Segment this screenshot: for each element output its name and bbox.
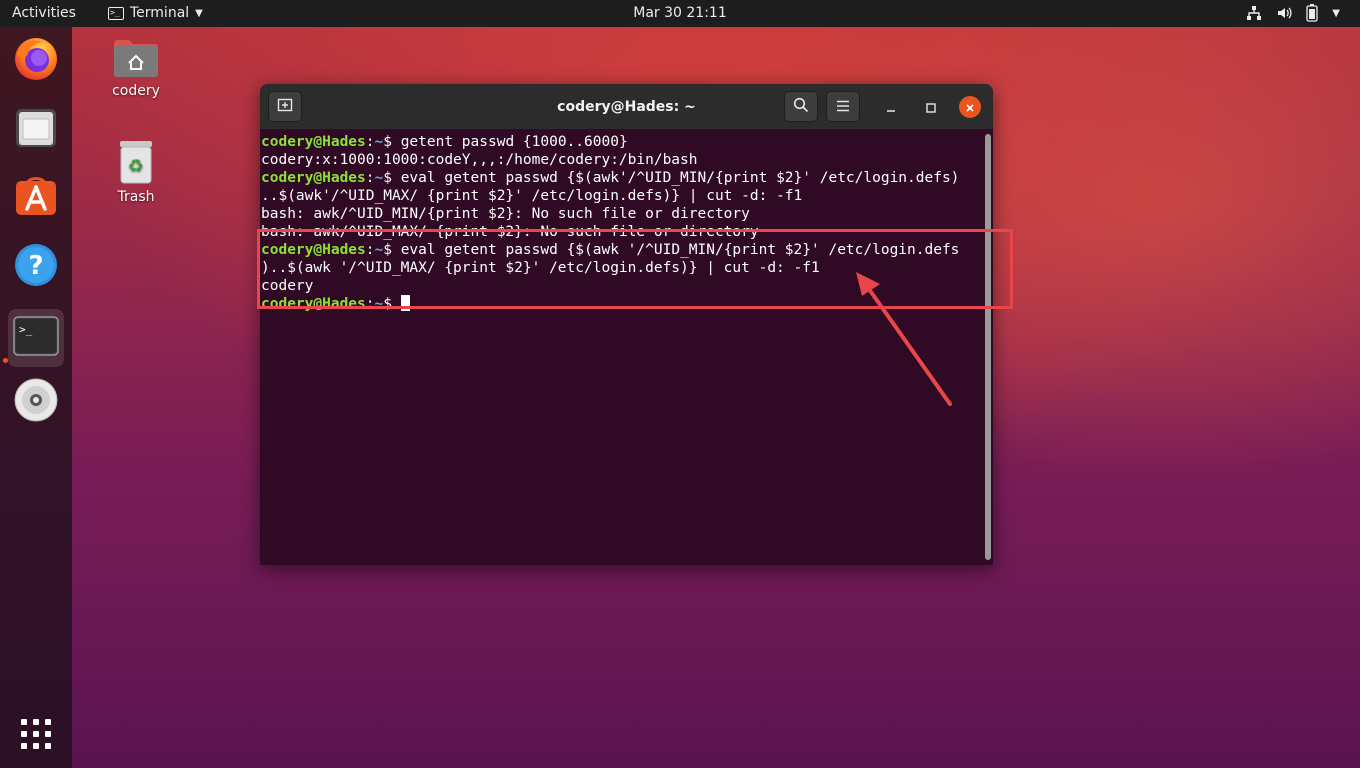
prompt-dollar: $ [383,170,401,186]
optical-disc-icon [13,377,59,427]
dock-files[interactable] [10,104,62,156]
prompt-path: ~ [374,134,384,150]
prompt-separator: : [365,134,375,150]
dock-terminal[interactable]: >_ [8,309,64,367]
command-text: getent passwd {1000..6000} [400,134,628,150]
menu-button[interactable] [826,91,860,122]
firefox-icon [13,36,59,86]
hamburger-menu-icon [836,97,850,116]
app-menu[interactable]: >_ Terminal ▼ [108,5,203,21]
svg-text:?: ? [28,251,43,281]
maximize-button[interactable] [919,95,943,119]
search-icon [793,97,809,117]
command-text: eval getent passwd {$(awk'/^UID_MIN/{pri… [400,170,960,186]
close-icon [965,98,975,117]
svg-text:>_: >_ [19,323,33,336]
terminal-scrollbar[interactable] [985,134,991,560]
output-text: codery:x:1000:1000:codeY,,,:/home/codery… [261,152,698,168]
top-bar: Activities >_ Terminal ▼ Mar 30 21:11 ▼ [0,0,1360,27]
trash-label: Trash [117,189,155,205]
output-text: ..$(awk'/^UID_MAX/ {print $2}' /etc/logi… [261,188,803,204]
prompt-path: ~ [374,170,384,186]
battery-icon [1306,4,1318,22]
trash-icon: ♻ [116,139,156,189]
dock-firefox[interactable] [10,35,62,87]
home-folder-icon [112,37,160,83]
prompt-dollar: $ [383,134,401,150]
terminal-app-icon: >_ [108,6,124,20]
new-tab-button[interactable] [268,91,302,122]
minimize-button[interactable] [879,95,903,119]
desktop-trash[interactable]: ♻ Trash [96,139,176,205]
output-text: bash: awk/^UID_MIN/{print $2}: No such f… [261,206,750,222]
prompt-user: codery@Hades [261,170,366,186]
search-button[interactable] [784,91,818,122]
show-applications-button[interactable] [10,710,62,762]
files-icon [13,105,59,155]
dock-software[interactable] [10,172,62,224]
terminal-command-line: codery@Hades:~$ eval getent passwd {$(aw… [261,169,985,187]
dock: ? >_ [0,27,72,768]
terminal-output-line: codery:x:1000:1000:codeY,,,:/home/codery… [261,151,985,169]
terminal-icon: >_ [13,316,59,360]
network-icon [1246,5,1262,21]
terminal-command-line: codery@Hades:~$ getent passwd {1000..600… [261,133,985,151]
power-menu-arrow-icon: ▼ [1332,7,1340,19]
software-center-icon [13,173,59,223]
new-tab-icon [277,97,293,117]
prompt-user: codery@Hades [261,134,366,150]
dropdown-arrow-icon: ▼ [195,7,203,19]
help-icon: ? [13,242,59,292]
annotation-arrow [856,272,952,406]
app-grid-icon [19,717,53,755]
desktop-home-folder[interactable]: codery [96,37,176,99]
close-button[interactable] [959,96,981,118]
terminal-output-line: ..$(awk'/^UID_MAX/ {print $2}' /etc/logi… [261,187,985,205]
system-tray[interactable]: ▼ [1246,4,1340,22]
maximize-icon [926,98,936,117]
app-menu-label: Terminal [130,5,190,21]
terminal-output-line: bash: awk/^UID_MIN/{print $2}: No such f… [261,205,985,223]
svg-text:♻: ♻ [128,156,144,177]
clock[interactable]: Mar 30 21:11 [633,5,726,21]
dock-dvd[interactable] [10,376,62,428]
minimize-icon [886,98,896,117]
terminal-headerbar[interactable]: codery@Hades: ~ [260,84,993,130]
home-folder-label: codery [112,83,160,99]
volume-icon [1276,5,1292,21]
prompt-separator: : [365,170,375,186]
dock-help[interactable]: ? [10,241,62,293]
activities-button[interactable]: Activities [12,5,76,21]
